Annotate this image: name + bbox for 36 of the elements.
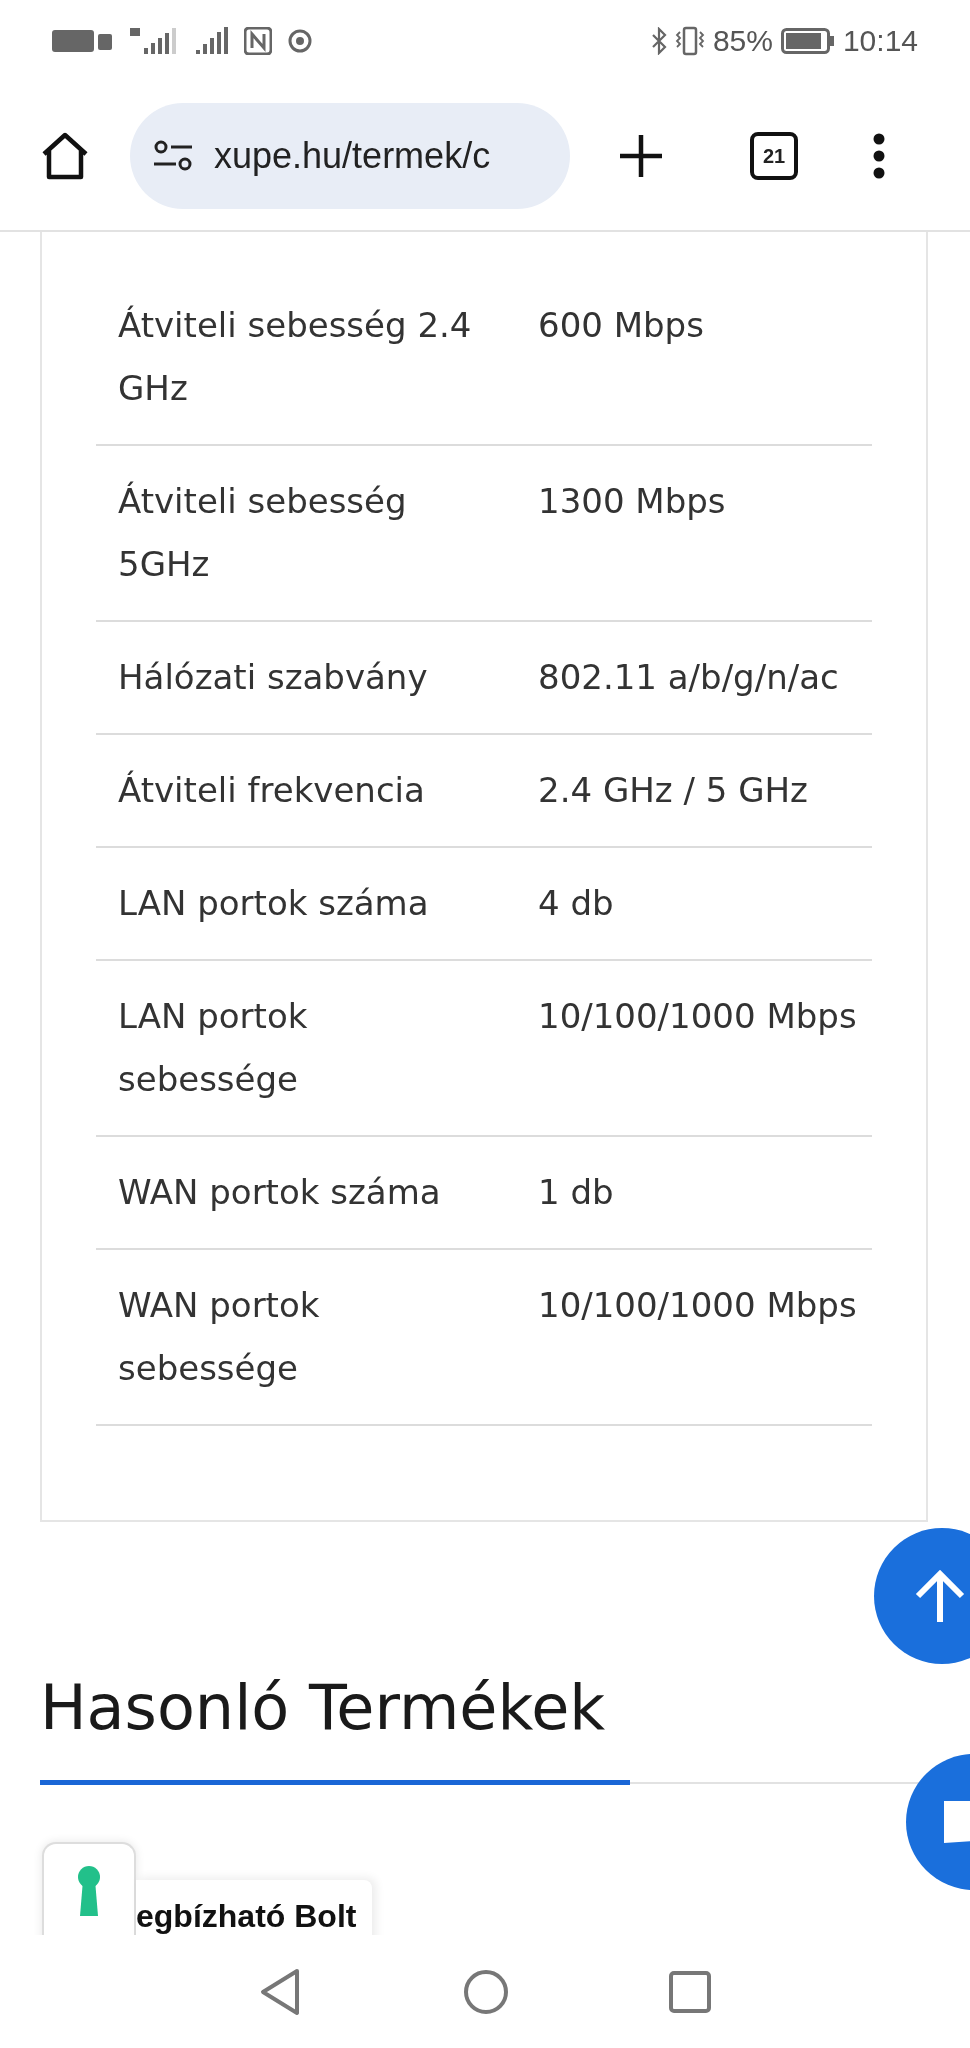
home-icon[interactable] [40, 132, 90, 180]
spec-value: 2.4 GHz / 5 GHz [537, 769, 809, 812]
recents-icon[interactable] [669, 1970, 711, 2013]
address-bar[interactable]: xupe.hu/termek/c [130, 103, 570, 209]
spec-value: 10/100/1000 Mbps [537, 1284, 858, 1327]
spec-label: WAN portok sebessége [117, 1284, 321, 1390]
tab-count-button[interactable]: 21 [750, 132, 798, 180]
keyhole-icon [77, 1866, 101, 1916]
battery-percentage: 85% [712, 24, 773, 58]
spec-label: Átviteli sebesség 5GHz [117, 480, 408, 586]
new-tab-icon[interactable] [618, 133, 664, 179]
nfc-icon [244, 27, 272, 55]
spec-value: 10/100/1000 Mbps [537, 995, 858, 1038]
more-menu-icon[interactable] [872, 133, 886, 179]
trust-badge-label[interactable]: egbízható Bolt [136, 1880, 373, 1935]
vibrate-icon [674, 26, 705, 56]
url-text: xupe.hu/termek/c [214, 135, 491, 177]
spec-label: Hálózati szabvány [117, 656, 429, 699]
spec-value: 1300 Mbps [537, 480, 727, 523]
bluetooth-icon [650, 27, 667, 55]
chat-icon [942, 1799, 970, 1845]
spec-label: LAN portok száma [117, 882, 430, 925]
spec-value: 4 db [537, 882, 615, 925]
battery-icon [780, 28, 835, 54]
spec-label: Átviteli sebesség 2.4 GHz [117, 304, 473, 410]
signal-icon [196, 26, 228, 56]
spec-label: WAN portok száma [117, 1171, 442, 1214]
clock-time: 10:14 [842, 24, 918, 58]
site-settings-icon[interactable] [152, 140, 194, 172]
spec-value: 802.11 a/b/g/n/ac [537, 656, 840, 699]
section-heading: Hasonló Termékek [40, 1670, 606, 1746]
spec-label: LAN portok sebessége [117, 995, 309, 1101]
spec-value: 600 Mbps [537, 304, 705, 347]
home-circle-icon[interactable] [463, 1968, 509, 2015]
spec-value: 1 db [537, 1171, 615, 1214]
spec-label: Átviteli frekvencia [117, 769, 426, 812]
